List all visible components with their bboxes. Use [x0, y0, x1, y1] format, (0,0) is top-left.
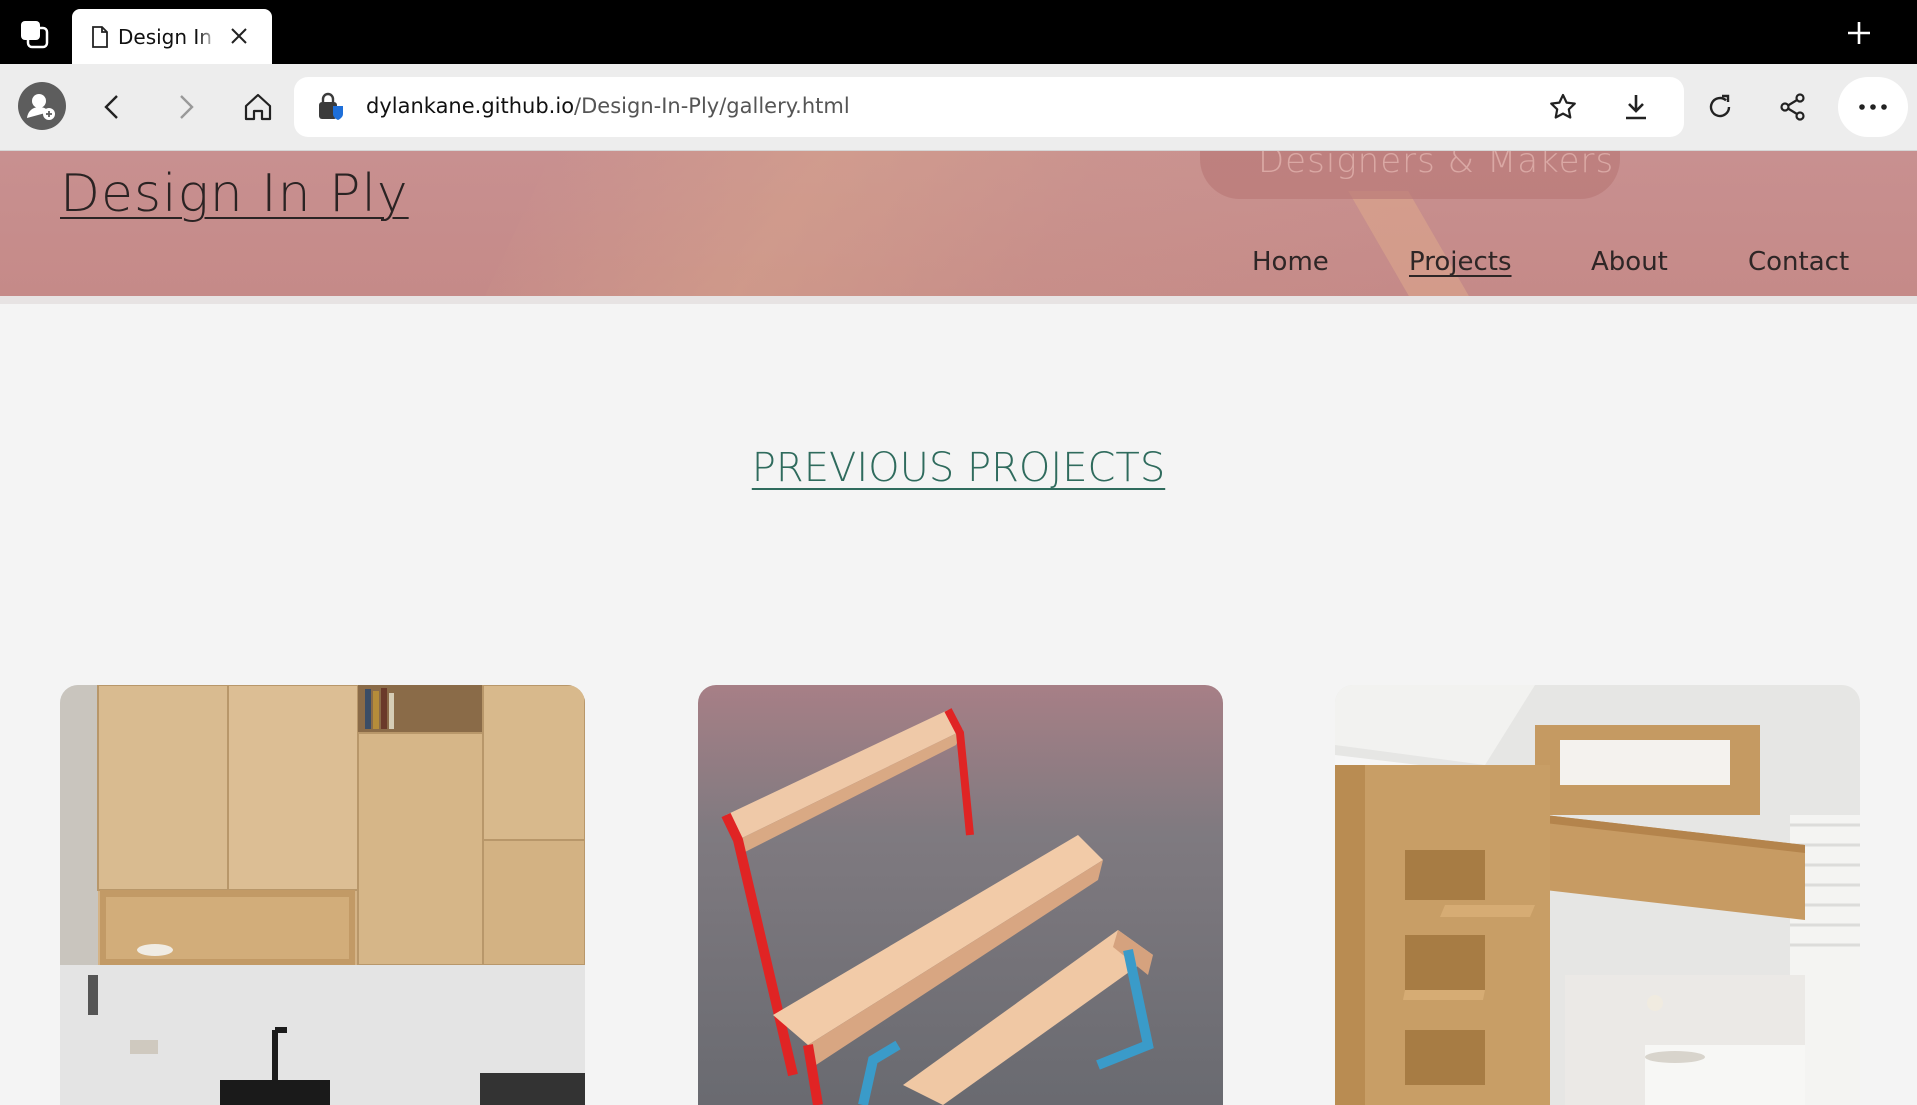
forward-icon[interactable]	[170, 92, 200, 122]
project-card-loft-bed[interactable]	[1335, 685, 1860, 1105]
browser-toolbar: dylankane.github.io/Design-In-Ply/galler…	[0, 64, 1917, 151]
project-card-bench[interactable]	[698, 685, 1223, 1105]
profile-button[interactable]	[18, 82, 66, 130]
nav-projects[interactable]: Projects	[1409, 247, 1512, 277]
tagline: Designers & Makers	[1258, 151, 1615, 181]
nav-home[interactable]: Home	[1252, 247, 1329, 277]
page-icon	[92, 26, 108, 48]
nav-about[interactable]: About	[1591, 247, 1668, 277]
address-bar[interactable]: dylankane.github.io/Design-In-Ply/galler…	[294, 77, 1684, 137]
section-heading: PREVIOUS PROJECTS	[751, 445, 1166, 491]
project-image-loft-bed	[1335, 685, 1860, 1105]
nav-contact[interactable]: Contact	[1748, 247, 1849, 277]
project-image-kitchen	[60, 685, 585, 1105]
refresh-icon[interactable]	[1705, 92, 1735, 122]
site-header: Designers & Makers Design In Ply Home Pr…	[0, 151, 1917, 296]
url-text: dylankane.github.io/Design-In-Ply/galler…	[366, 94, 850, 118]
more-menu-button[interactable]	[1838, 77, 1908, 137]
browser-tab[interactable]: Design In Ply	[72, 9, 272, 64]
back-icon[interactable]	[98, 92, 128, 122]
tab-title: Design In Ply	[118, 25, 218, 49]
header-divider	[0, 296, 1917, 304]
favorite-star-icon[interactable]	[1548, 92, 1578, 122]
download-icon[interactable]	[1621, 92, 1651, 122]
url-host: dylankane.github.io	[366, 94, 575, 118]
home-icon[interactable]	[243, 92, 273, 122]
url-path: /Design-In-Ply/gallery.html	[574, 94, 850, 118]
browser-tab-bar: Design In Ply	[0, 0, 1917, 64]
new-tab-icon[interactable]	[1846, 20, 1872, 46]
share-icon[interactable]	[1778, 92, 1808, 122]
tab-actions-icon[interactable]	[19, 19, 49, 49]
profile-icon	[27, 94, 55, 120]
project-image-bench	[698, 685, 1223, 1105]
project-card-kitchen[interactable]	[60, 685, 585, 1105]
close-icon[interactable]	[228, 25, 250, 47]
more-icon	[1859, 104, 1887, 110]
site-info-icon[interactable]	[316, 92, 346, 122]
site-title-link[interactable]: Design In Ply	[60, 164, 409, 224]
